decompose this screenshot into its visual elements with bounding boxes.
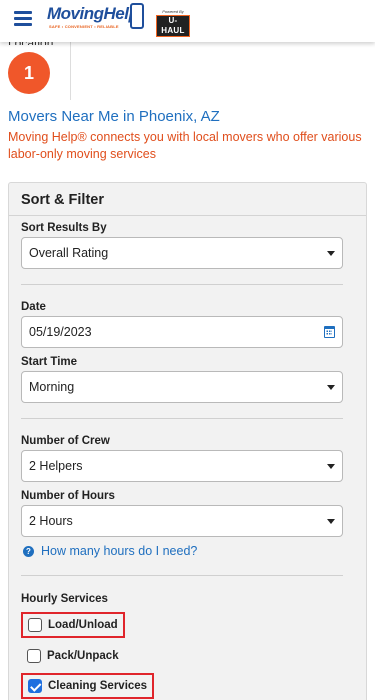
start-time-value: Morning [29, 380, 75, 394]
hours-help-text: How many hours do I need? [41, 544, 198, 558]
chevron-down-icon [327, 464, 335, 469]
hours-label: Number of Hours [21, 490, 115, 502]
service-label: Cleaning Services [48, 680, 148, 692]
start-time-select[interactable]: Morning [21, 371, 343, 403]
sort-filter-panel: Sort & Filter Sort Results By Overall Ra… [8, 182, 367, 700]
start-time-label: Start Time [21, 356, 78, 368]
crew-select-value: 2 Helpers [29, 459, 83, 473]
checkbox[interactable] [28, 618, 42, 632]
section-divider [21, 418, 343, 419]
powered-by-label: Powered By [162, 9, 184, 14]
date-field-value: 05/19/2023 [29, 325, 92, 339]
logo-text: MovingHelp [47, 4, 139, 23]
page-title: Movers Near Me in Phoenix, AZ [8, 108, 220, 125]
phone-icon [130, 3, 144, 29]
top-header: MovingHelp SAFE • CONVENIENT • RELIABLE … [0, 0, 375, 42]
service-cleaning[interactable]: Cleaning Services [21, 673, 155, 699]
checkbox[interactable] [27, 649, 41, 663]
moving-help-logo[interactable]: MovingHelp SAFE • CONVENIENT • RELIABLE [47, 3, 144, 33]
chevron-down-icon [327, 251, 335, 256]
panel-title: Sort & Filter [21, 192, 104, 208]
uhaul-logo: U-HAUL [156, 15, 190, 37]
service-pack-unpack[interactable]: Pack/Unpack [21, 643, 125, 669]
calendar-icon[interactable] [324, 326, 335, 338]
chevron-down-icon [327, 519, 335, 524]
date-label: Date [21, 301, 46, 313]
crew-label: Number of Crew [21, 435, 110, 447]
powered-by-uhaul: Powered By U-HAUL [156, 9, 190, 37]
hourly-services-label: Hourly Services [21, 593, 108, 605]
hours-help-link[interactable]: ? How many hours do I need? [23, 544, 197, 558]
hamburger-menu-icon[interactable] [14, 11, 32, 26]
hours-select-value: 2 Hours [29, 514, 73, 528]
sort-select[interactable]: Overall Rating [21, 237, 343, 269]
location-number-badge[interactable]: 1 [8, 52, 50, 94]
service-label: Pack/Unpack [47, 650, 119, 662]
checkbox-checked[interactable] [28, 679, 42, 693]
crew-select[interactable]: 2 Helpers [21, 450, 343, 482]
sort-label: Sort Results By [21, 222, 107, 234]
hours-select[interactable]: 2 Hours [21, 505, 343, 537]
section-divider [21, 284, 343, 285]
question-circle-icon: ? [23, 545, 34, 557]
location-divider [70, 42, 71, 100]
service-load-unload[interactable]: Load/Unload [21, 612, 125, 638]
section-divider [21, 575, 343, 576]
sort-select-value: Overall Rating [29, 246, 109, 260]
page-description: Moving Help® connects you with local mov… [8, 130, 362, 161]
logo-tagline: SAFE • CONVENIENT • RELIABLE [49, 24, 119, 29]
date-field[interactable]: 05/19/2023 [21, 316, 343, 348]
panel-header-divider [9, 215, 366, 216]
service-label: Load/Unload [48, 619, 118, 631]
chevron-down-icon [327, 385, 335, 390]
